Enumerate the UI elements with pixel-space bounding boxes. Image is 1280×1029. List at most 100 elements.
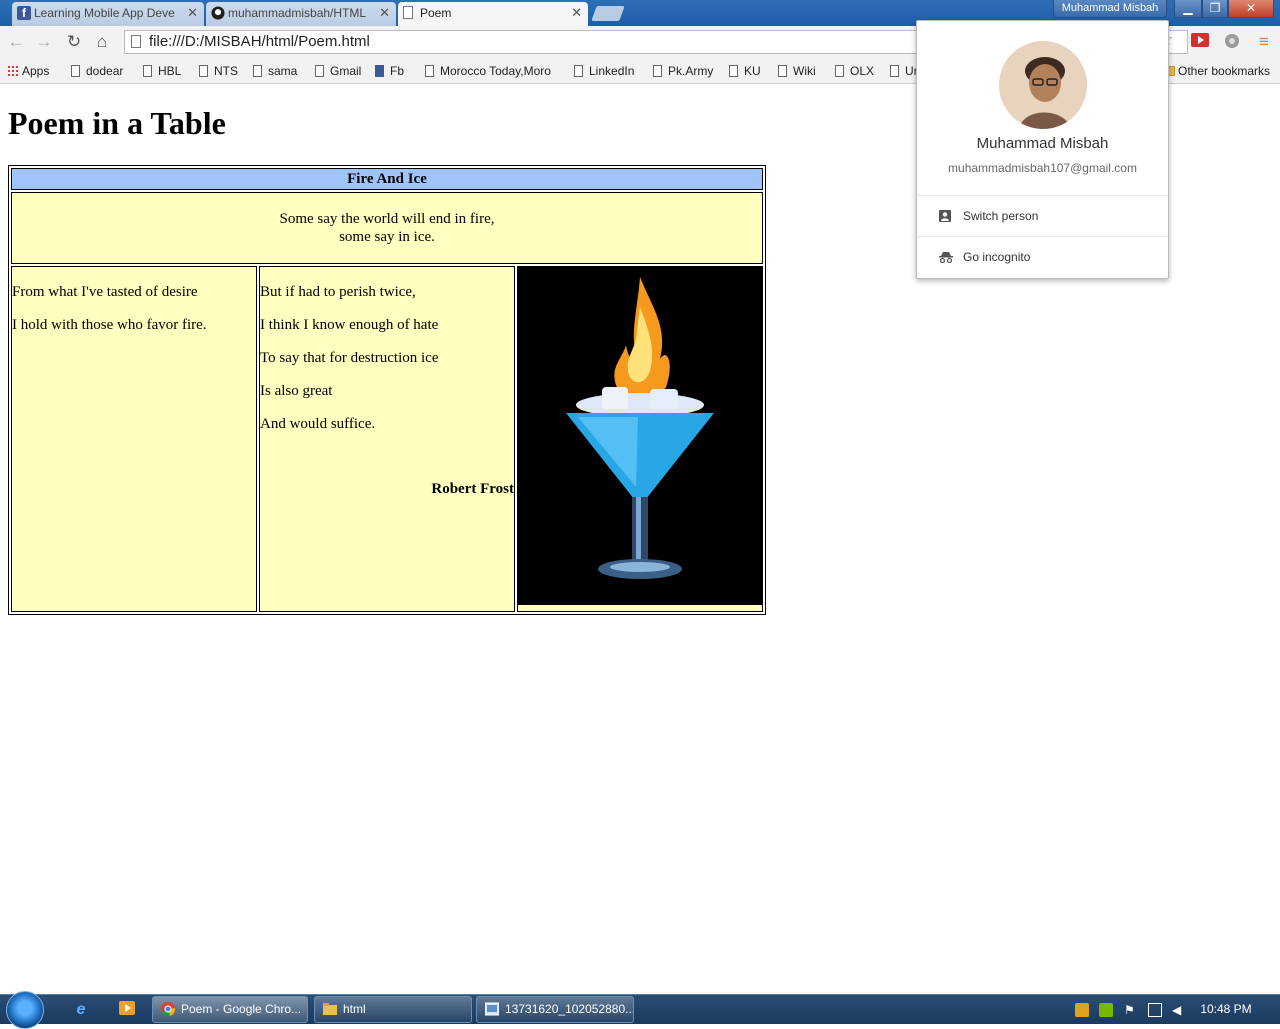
- bookmark-gmail[interactable]: Gmail: [314, 62, 361, 80]
- poem-line: From what I've tasted of desire: [12, 284, 198, 300]
- bookmark-label: LinkedIn: [589, 64, 635, 78]
- minimize-button[interactable]: ▁: [1174, 0, 1202, 18]
- go-incognito-button[interactable]: Go incognito: [917, 237, 1168, 277]
- close-tab-icon[interactable]: ✕: [187, 2, 198, 24]
- poem-title: Fire And Ice: [11, 168, 763, 190]
- bookmark-label: Pk.Army: [668, 64, 714, 78]
- switch-person-label: Switch person: [963, 209, 1039, 223]
- menu-icon[interactable]: ≡: [1254, 32, 1274, 52]
- page-icon: [653, 65, 662, 77]
- tab-learning-mobile-app[interactable]: f Learning Mobile App Deve ✕: [12, 2, 204, 26]
- poem-line: I hold with those who favor fire.: [12, 317, 207, 333]
- restore-button[interactable]: ❐: [1202, 0, 1228, 18]
- poem-line: I think I know enough of hate: [260, 317, 439, 333]
- tab-github[interactable]: muhammadmisbah/HTML ✕: [206, 2, 396, 26]
- back-icon[interactable]: ←: [6, 32, 26, 52]
- page-icon: [131, 35, 141, 48]
- new-tab-button[interactable]: [591, 6, 625, 21]
- tab-poem[interactable]: Poem ✕: [398, 2, 588, 27]
- intro-line: Some say the world will end in fire,: [279, 211, 495, 227]
- facebook-icon: [375, 65, 384, 77]
- poem-table: Fire And Ice Some say the world will end…: [8, 165, 766, 615]
- bookmark-fb[interactable]: Fb: [374, 62, 404, 80]
- page-icon: [71, 65, 80, 77]
- taskbar-item-html-folder[interactable]: html: [314, 996, 472, 1023]
- page-icon: [253, 65, 262, 77]
- bookmark-hbl[interactable]: HBL: [142, 62, 181, 80]
- taskbar-item-label: 13731620_102052880...: [505, 1002, 634, 1016]
- bookmark-dodear[interactable]: dodear: [70, 62, 123, 80]
- poem-line: Is also great: [260, 383, 333, 399]
- apps-icon: [7, 65, 19, 77]
- bookmark-label: KU: [744, 64, 761, 78]
- bookmark-wiki[interactable]: Wiki: [777, 62, 816, 80]
- bookmark-ur[interactable]: Ur: [889, 62, 918, 80]
- intro-line: some say in ice.: [339, 229, 435, 245]
- page-icon: [835, 65, 844, 77]
- bookmark-nts[interactable]: NTS: [198, 62, 238, 80]
- tray-app-icon[interactable]: [1075, 1003, 1089, 1017]
- bookmark-label: Morocco Today,Moro: [440, 64, 551, 78]
- profile-menu: Muhammad Misbah muhammadmisbah107@gmail.…: [916, 20, 1169, 279]
- start-button[interactable]: [6, 991, 44, 1029]
- go-incognito-label: Go incognito: [963, 250, 1031, 264]
- bookmark-label: Wiki: [793, 64, 816, 78]
- incognito-icon: [939, 252, 953, 263]
- other-bookmarks[interactable]: Other bookmarks: [1162, 62, 1270, 80]
- poem-author: Robert Frost: [431, 481, 514, 497]
- poem-middle-column: But if had to perish twice, I think I kn…: [259, 266, 515, 612]
- bookmark-apps[interactable]: Apps: [6, 62, 49, 80]
- poem-image-cell: [517, 266, 763, 612]
- youtube-extension-icon[interactable]: [1190, 32, 1210, 52]
- volume-icon[interactable]: ◀: [1172, 1003, 1186, 1017]
- close-tab-icon[interactable]: ✕: [571, 2, 582, 24]
- page-icon: [890, 65, 899, 77]
- profile-name: Muhammad Misbah: [976, 135, 1109, 152]
- bookmark-label: HBL: [158, 64, 182, 78]
- poem-intro: Some say the world will end in fire, som…: [11, 192, 763, 264]
- close-tab-icon[interactable]: ✕: [379, 2, 390, 24]
- extension-icon[interactable]: [1222, 32, 1242, 52]
- home-icon[interactable]: ⌂: [92, 32, 112, 52]
- github-icon: [211, 6, 225, 20]
- bookmark-label: NTS: [214, 64, 238, 78]
- bookmark-sama[interactable]: sama: [252, 62, 297, 80]
- poem-line: But if had to perish twice,: [260, 284, 416, 300]
- bookmark-label: Other bookmarks: [1178, 64, 1271, 78]
- bookmark-label: dodear: [86, 64, 124, 78]
- bookmark-label: OLX: [850, 64, 875, 78]
- poem-left-column: From what I've tasted of desire I hold w…: [11, 266, 257, 612]
- bookmark-label: Apps: [22, 64, 50, 78]
- bookmark-pkarmy[interactable]: Pk.Army: [652, 62, 713, 80]
- taskbar: e Poem - Google Chro... html 13731620_10…: [0, 991, 1280, 1029]
- bookmark-linkedin[interactable]: LinkedIn: [573, 62, 634, 80]
- close-window-button[interactable]: ✕: [1228, 0, 1274, 18]
- bookmark-olx[interactable]: OLX: [834, 62, 874, 80]
- facebook-icon: f: [17, 6, 31, 20]
- action-center-flag-icon[interactable]: ⚑: [1124, 1003, 1138, 1017]
- folder-icon: [323, 1003, 337, 1015]
- image-viewer-icon: [485, 1002, 499, 1016]
- network-icon[interactable]: [1148, 1003, 1162, 1017]
- url-text: file:///D:/MISBAH/html/Poem.html: [149, 33, 370, 50]
- clock[interactable]: 10:48 PM: [1193, 995, 1259, 1025]
- forward-icon[interactable]: →: [34, 32, 54, 52]
- taskbar-item-chrome[interactable]: Poem - Google Chro...: [152, 996, 308, 1023]
- tab-label: Poem: [420, 6, 452, 20]
- poem-line: To say that for destruction ice: [260, 350, 439, 366]
- nvidia-icon[interactable]: [1099, 1003, 1113, 1017]
- profile-button[interactable]: Muhammad Misbah: [1053, 0, 1167, 18]
- taskbar-item-image-viewer[interactable]: 13731620_102052880...: [476, 996, 634, 1023]
- page-icon: [425, 65, 434, 77]
- bookmark-ku[interactable]: KU: [728, 62, 761, 80]
- chrome-icon: [161, 1002, 175, 1016]
- page-icon: [315, 65, 324, 77]
- reload-icon[interactable]: ↻: [64, 32, 84, 52]
- media-player-icon[interactable]: [116, 999, 138, 1021]
- bookmark-label: Fb: [390, 64, 405, 78]
- switch-person-button[interactable]: Switch person: [917, 196, 1168, 236]
- bookmark-morocco-today[interactable]: Morocco Today,Moro: [424, 62, 572, 80]
- page-icon: [199, 65, 208, 77]
- page-icon: [143, 65, 152, 77]
- internet-explorer-icon[interactable]: e: [70, 999, 92, 1021]
